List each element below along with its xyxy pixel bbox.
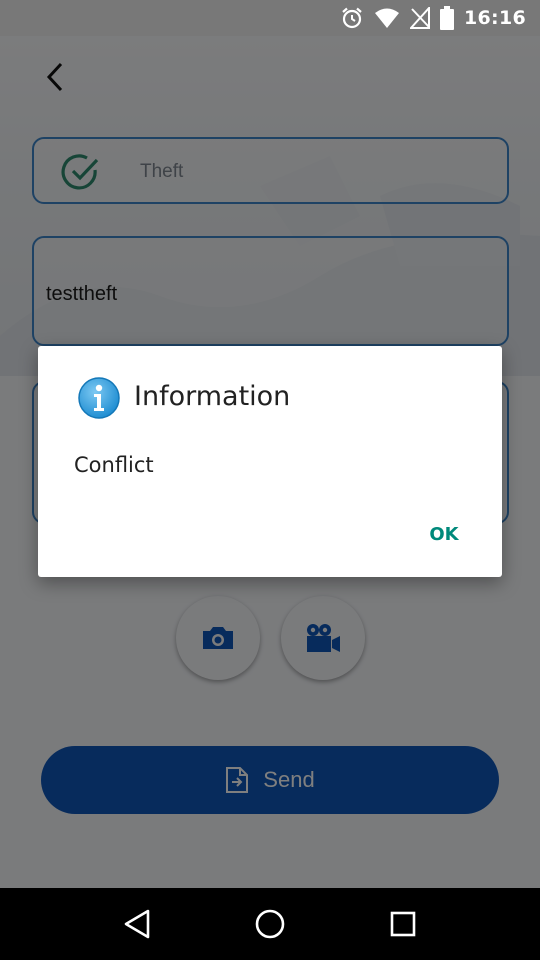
navigation-bar [0, 888, 540, 960]
status-time: 16:16 [464, 7, 526, 29]
info-icon [78, 377, 120, 419]
information-dialog: Information Conflict OK [38, 346, 502, 577]
nav-home-button[interactable] [240, 894, 300, 954]
nav-back-button[interactable] [107, 894, 167, 954]
battery-icon [440, 6, 455, 30]
nav-recents-button[interactable] [373, 894, 433, 954]
alarm-icon [342, 7, 362, 29]
dialog-title: Information [134, 381, 291, 412]
ok-button[interactable]: OK [420, 520, 468, 550]
home-circle-icon [255, 909, 285, 939]
status-bar: 16:16 [0, 0, 540, 36]
screen: 16:16 Theft testtheft [0, 0, 540, 960]
dialog-message: Conflict [74, 453, 154, 477]
back-triangle-icon [124, 909, 149, 939]
wifi-icon [375, 8, 400, 28]
recents-square-icon [391, 911, 416, 937]
no-sim-icon [410, 7, 431, 29]
